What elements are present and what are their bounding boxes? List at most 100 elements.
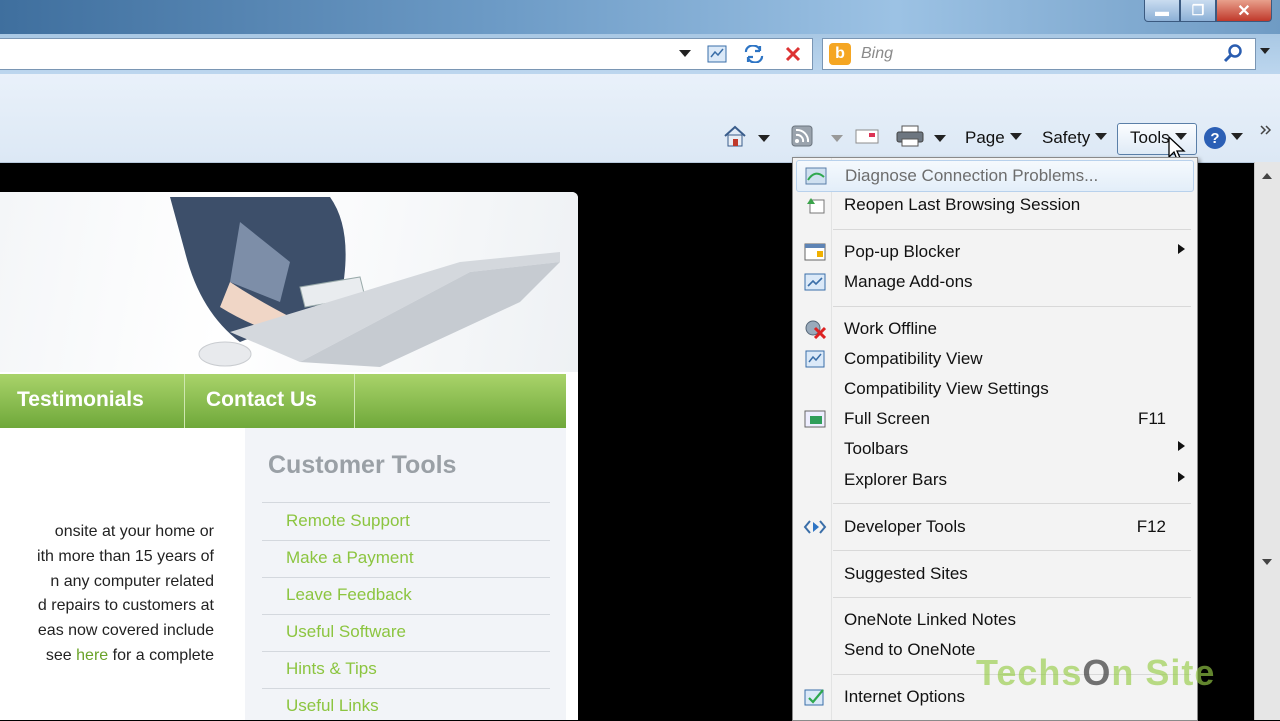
print-dropdown-icon[interactable] (934, 128, 946, 148)
menu-item-diagnose[interactable]: Diagnose Connection Problems... (796, 160, 1194, 192)
stop-icon[interactable] (779, 41, 807, 67)
body-line: n any computer related (50, 572, 214, 590)
menu-item-label: Internet Options (844, 687, 965, 706)
options-icon (803, 687, 827, 707)
home-button[interactable] (722, 125, 770, 152)
sidebar-link-hints-tips[interactable]: Hints & Tips (286, 659, 377, 679)
menu-item-label: Manage Add-ons (844, 272, 973, 291)
hero-image (0, 192, 578, 372)
sidebar-divider (262, 614, 550, 615)
nav-testimonials[interactable]: Testimonials (17, 388, 144, 412)
close-button[interactable]: ✕ (1216, 0, 1272, 22)
window-controls: ▬ ❐ ✕ (1144, 0, 1272, 22)
refresh-icon[interactable] (740, 41, 768, 67)
compatibility-view-icon[interactable] (703, 41, 731, 67)
menu-item-shortcut: F11 (1137, 409, 1166, 428)
maximize-button[interactable]: ❐ (1180, 0, 1216, 22)
popup-icon (803, 242, 827, 262)
search-icon[interactable] (1223, 43, 1243, 68)
read-mail-button[interactable] (855, 126, 879, 150)
menu-item-label: Send to OneNote (844, 640, 976, 659)
watermark-text: n Site (1111, 652, 1216, 693)
reopen-icon (803, 195, 827, 215)
menu-item-compatibility-settings[interactable]: Compatibility View Settings (793, 374, 1197, 404)
menu-item-popup-blocker[interactable]: Pop-up Blocker (793, 237, 1197, 267)
menu-item-compatibility-view[interactable]: Compatibility View (793, 344, 1197, 374)
sidebar-link-useful-links[interactable]: Useful Links (286, 696, 379, 716)
menu-item-label: Compatibility View (844, 349, 983, 368)
body-text: see (45, 646, 77, 664)
menu-item-explorer-bars[interactable]: Explorer Bars (793, 465, 1197, 495)
printer-icon (896, 125, 924, 152)
sidebar-link-make-payment[interactable]: Make a Payment (286, 548, 414, 568)
sidebar-divider (262, 540, 550, 541)
menu-item-reopen-session[interactable]: Reopen Last Browsing Session (793, 190, 1197, 220)
body-text: for a complete (108, 646, 214, 664)
help-menu-button[interactable]: ? (1204, 126, 1243, 150)
page-menu-label: Page (965, 128, 1005, 147)
safety-menu-label: Safety (1042, 128, 1091, 147)
body-line: see here for a complete (0, 644, 214, 669)
safety-menu-button[interactable]: Safety (1042, 126, 1108, 150)
menu-item-developer-tools[interactable]: Developer Tools F12 (793, 512, 1197, 542)
diagnose-icon (804, 166, 828, 186)
menu-item-label: Developer Tools (844, 517, 966, 536)
search-input[interactable]: b Bing (822, 38, 1256, 70)
nav-contact-us[interactable]: Contact Us (206, 388, 317, 412)
menu-item-label: Pop-up Blocker (844, 242, 961, 261)
home-dropdown-icon[interactable] (758, 128, 770, 148)
help-dropdown-icon (1231, 132, 1243, 144)
body-line: ith more than 15 years of (37, 547, 214, 565)
rss-icon (791, 125, 813, 152)
window-titlebar: ▬ ❐ ✕ (0, 0, 1280, 34)
compatibility-icon (803, 349, 827, 369)
safety-dropdown-icon (1095, 132, 1108, 144)
offline-icon (803, 319, 827, 339)
feeds-button[interactable] (791, 125, 843, 152)
body-line: eas now covered include (37, 622, 214, 640)
sidebar-link-remote-support[interactable]: Remote Support (286, 511, 410, 531)
menu-separator (833, 550, 1191, 551)
search-dropdown-icon[interactable] (1260, 47, 1270, 58)
addons-icon (803, 272, 827, 292)
sidebar-divider (262, 577, 550, 578)
menu-item-suggested-sites[interactable]: Suggested Sites (793, 559, 1197, 589)
menu-item-label: Diagnose Connection Problems... (845, 166, 1099, 185)
vertical-scrollbar[interactable] (1254, 162, 1280, 720)
menu-item-full-screen[interactable]: Full Screen F11 (793, 404, 1197, 434)
menu-separator (833, 503, 1191, 504)
menu-item-label: OneNote Linked Notes (844, 610, 1016, 629)
chevron-more-icon[interactable] (1260, 118, 1272, 142)
home-icon (722, 125, 748, 152)
scroll-up-icon[interactable] (1259, 172, 1275, 186)
page-dropdown-icon (1009, 132, 1022, 144)
sidebar-link-leave-feedback[interactable]: Leave Feedback (286, 585, 412, 605)
submenu-arrow-icon (1178, 472, 1185, 485)
address-dropdown-icon[interactable] (671, 41, 699, 67)
menu-item-work-offline[interactable]: Work Offline (793, 314, 1197, 344)
here-link[interactable]: here (76, 647, 108, 664)
fullscreen-icon (803, 409, 827, 429)
menu-item-label: Reopen Last Browsing Session (844, 195, 1081, 214)
minimize-button[interactable]: ▬ (1144, 0, 1180, 22)
sidebar-divider (262, 502, 550, 503)
watermark-power-glyph: O (1082, 652, 1112, 693)
body-paragraph: onsite at your home or ith more than 15 … (0, 520, 214, 669)
search-placeholder: Bing (861, 45, 894, 62)
menu-item-toolbars[interactable]: Toolbars (793, 434, 1197, 464)
sidebar-link-useful-software[interactable]: Useful Software (286, 622, 406, 642)
page-menu-button[interactable]: Page (965, 126, 1022, 150)
menu-item-manage-addons[interactable]: Manage Add-ons (793, 267, 1197, 297)
menu-item-onenote-linked[interactable]: OneNote Linked Notes (793, 605, 1197, 635)
menu-separator (833, 597, 1191, 598)
feeds-dropdown-icon[interactable] (831, 128, 843, 148)
tools-menu-label: Tools (1130, 128, 1170, 147)
menu-item-label: Compatibility View Settings (844, 379, 1049, 398)
menu-separator (833, 229, 1191, 230)
print-button[interactable] (896, 125, 946, 152)
body-line: onsite at your home or (54, 523, 214, 540)
menu-item-label: Full Screen (844, 409, 930, 428)
scroll-down-icon[interactable] (1259, 558, 1275, 572)
menu-separator (833, 306, 1191, 307)
sidebar-title: Customer Tools (268, 451, 457, 479)
